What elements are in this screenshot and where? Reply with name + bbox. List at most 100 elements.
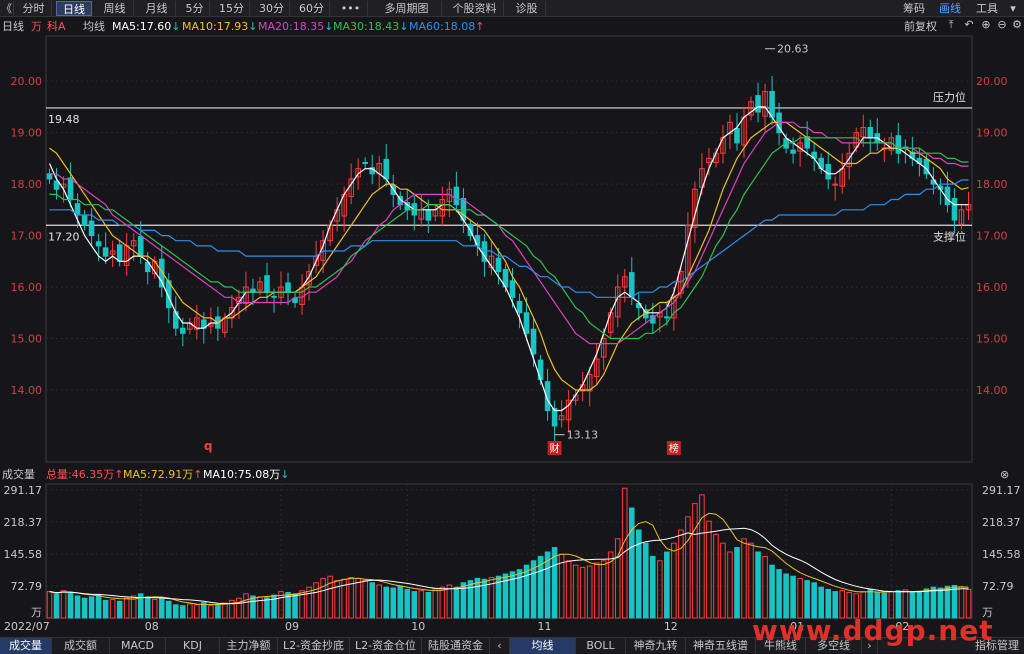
volume-bar bbox=[474, 577, 481, 619]
volume-bar bbox=[628, 507, 635, 619]
volume-bar bbox=[713, 533, 719, 619]
candle-body bbox=[137, 236, 144, 257]
candle-body bbox=[88, 220, 95, 237]
resistance-value: 19.48 bbox=[48, 113, 80, 126]
price-frame bbox=[45, 35, 973, 463]
volume-bar bbox=[292, 593, 298, 619]
volume-bar bbox=[706, 520, 712, 619]
volume-bar bbox=[551, 547, 558, 619]
volume-bar bbox=[109, 599, 116, 619]
volume-bar bbox=[734, 547, 740, 619]
tab-boll[interactable]: BOLL bbox=[576, 638, 626, 654]
y-tick-right: 18.00 bbox=[976, 178, 1008, 191]
volume-bar bbox=[769, 564, 775, 619]
volume-bar bbox=[369, 582, 375, 619]
tab-hk-connect[interactable]: 陆股通资金 bbox=[422, 638, 490, 654]
close-icon[interactable]: ⊗ bbox=[1000, 466, 1009, 483]
tab-turnover[interactable]: 成交额 bbox=[52, 638, 110, 654]
volume-bar bbox=[432, 588, 439, 619]
axis-labels: 20.00 20.00 19.00 19.00 18.00 18.00 17.00 17.00… bbox=[4, 75, 1021, 633]
y-tick-left: 18.00 bbox=[11, 178, 43, 191]
x-tick: 11 bbox=[538, 620, 552, 633]
tab-td9[interactable]: 神奇九转 bbox=[626, 638, 686, 654]
candle-body bbox=[734, 128, 740, 144]
candle-body bbox=[867, 126, 874, 139]
volume-bar bbox=[243, 593, 249, 619]
candle-body bbox=[825, 164, 831, 180]
volume-bar bbox=[811, 582, 817, 619]
y-tick-left: 15.00 bbox=[11, 332, 43, 345]
volume-bar bbox=[46, 591, 53, 619]
vol-tick-left: 145.58 bbox=[4, 548, 43, 561]
tab-volume[interactable]: 成交量 bbox=[0, 638, 52, 654]
resistance-label: 压力位 bbox=[933, 90, 966, 104]
volume-bar bbox=[418, 590, 425, 619]
volume-bar bbox=[776, 569, 782, 619]
volume-bar bbox=[643, 542, 649, 619]
tab-l2-position[interactable]: L2-资金仓位 bbox=[350, 638, 422, 654]
candle-body bbox=[81, 214, 88, 226]
volume-bar bbox=[467, 580, 474, 619]
y-tick-right: 16.00 bbox=[976, 281, 1008, 294]
tab-l2-bottom[interactable]: L2-资金抄底 bbox=[278, 638, 350, 654]
volume-bar bbox=[397, 585, 404, 619]
volume-bar bbox=[614, 538, 621, 619]
volume-bar bbox=[116, 600, 123, 619]
tab-macd[interactable]: MACD bbox=[110, 638, 166, 654]
candle-body bbox=[264, 275, 270, 293]
volume-bar bbox=[692, 503, 698, 619]
volume-bar bbox=[762, 555, 768, 619]
tab-ma[interactable]: 均线 bbox=[510, 638, 576, 654]
volume-bar bbox=[144, 596, 151, 619]
volume-bar bbox=[215, 604, 221, 619]
volume-bar bbox=[650, 555, 656, 619]
support-resistance-lines bbox=[46, 107, 972, 226]
candle-body bbox=[530, 328, 537, 355]
vol-ma10: MA10:75.08万↓ bbox=[203, 468, 290, 481]
vol-tick-right: 291.17 bbox=[982, 484, 1021, 497]
support-value: 17.20 bbox=[48, 230, 80, 243]
volume-bar bbox=[74, 595, 81, 619]
vol-tick-left: 291.17 bbox=[4, 484, 43, 497]
volume-bar bbox=[208, 605, 214, 619]
vol-tick-right: 218.37 bbox=[982, 516, 1021, 529]
candle-body bbox=[551, 407, 558, 427]
volume-bar bbox=[699, 494, 705, 619]
x-tick: 08 bbox=[145, 620, 159, 633]
candle-body bbox=[755, 95, 761, 113]
y-tick-left: 14.00 bbox=[11, 384, 43, 397]
volume-bar bbox=[81, 597, 88, 619]
candle-body bbox=[523, 312, 530, 334]
high-label: 20.63 bbox=[777, 43, 809, 56]
volume-bar bbox=[102, 599, 109, 619]
annotations: 19.48 17.20 压力位支撑位 20.63 13.13 q 财 榜 bbox=[48, 43, 966, 455]
candle-body bbox=[474, 235, 481, 247]
y-tick-right: 20.00 bbox=[976, 75, 1008, 88]
tab-main-net[interactable]: 主力净额 bbox=[220, 638, 278, 654]
volume-bar bbox=[523, 564, 530, 619]
vol-tick-right: 145.58 bbox=[982, 548, 1021, 561]
tab-kdj[interactable]: KDJ bbox=[166, 638, 220, 654]
total-volume: 总量:46.35万↑ bbox=[46, 468, 124, 481]
volume-bar bbox=[180, 605, 186, 619]
volume-bar bbox=[439, 586, 446, 619]
volume-bar bbox=[404, 588, 411, 619]
low-label: 13.13 bbox=[567, 429, 599, 442]
candle-body bbox=[285, 282, 291, 293]
volume-bar bbox=[755, 551, 761, 619]
volume-bar bbox=[586, 565, 593, 619]
vol-tick-right: 72.79 bbox=[982, 580, 1014, 593]
y-tick-right: 17.00 bbox=[976, 230, 1008, 243]
volume-bar bbox=[685, 516, 691, 619]
volume-bar bbox=[53, 593, 60, 619]
volume-bar bbox=[579, 566, 586, 619]
y-tick-right: 15.00 bbox=[976, 332, 1008, 345]
chevron-left-icon[interactable]: ‹ bbox=[490, 638, 510, 654]
y-tick-right: 19.00 bbox=[976, 127, 1008, 140]
watermark: www.ddgp.net bbox=[752, 614, 994, 647]
candle-body bbox=[67, 177, 74, 201]
marker-bang: 榜 bbox=[669, 442, 679, 455]
tab-five-lines[interactable]: 神奇五线谱 bbox=[686, 638, 756, 654]
kline-chart: 20.00 20.00 19.00 19.00 18.00 18.00 17.00 17.00… bbox=[4, 35, 1021, 633]
vol-ma5: MA5:72.91万↑ bbox=[123, 468, 203, 481]
